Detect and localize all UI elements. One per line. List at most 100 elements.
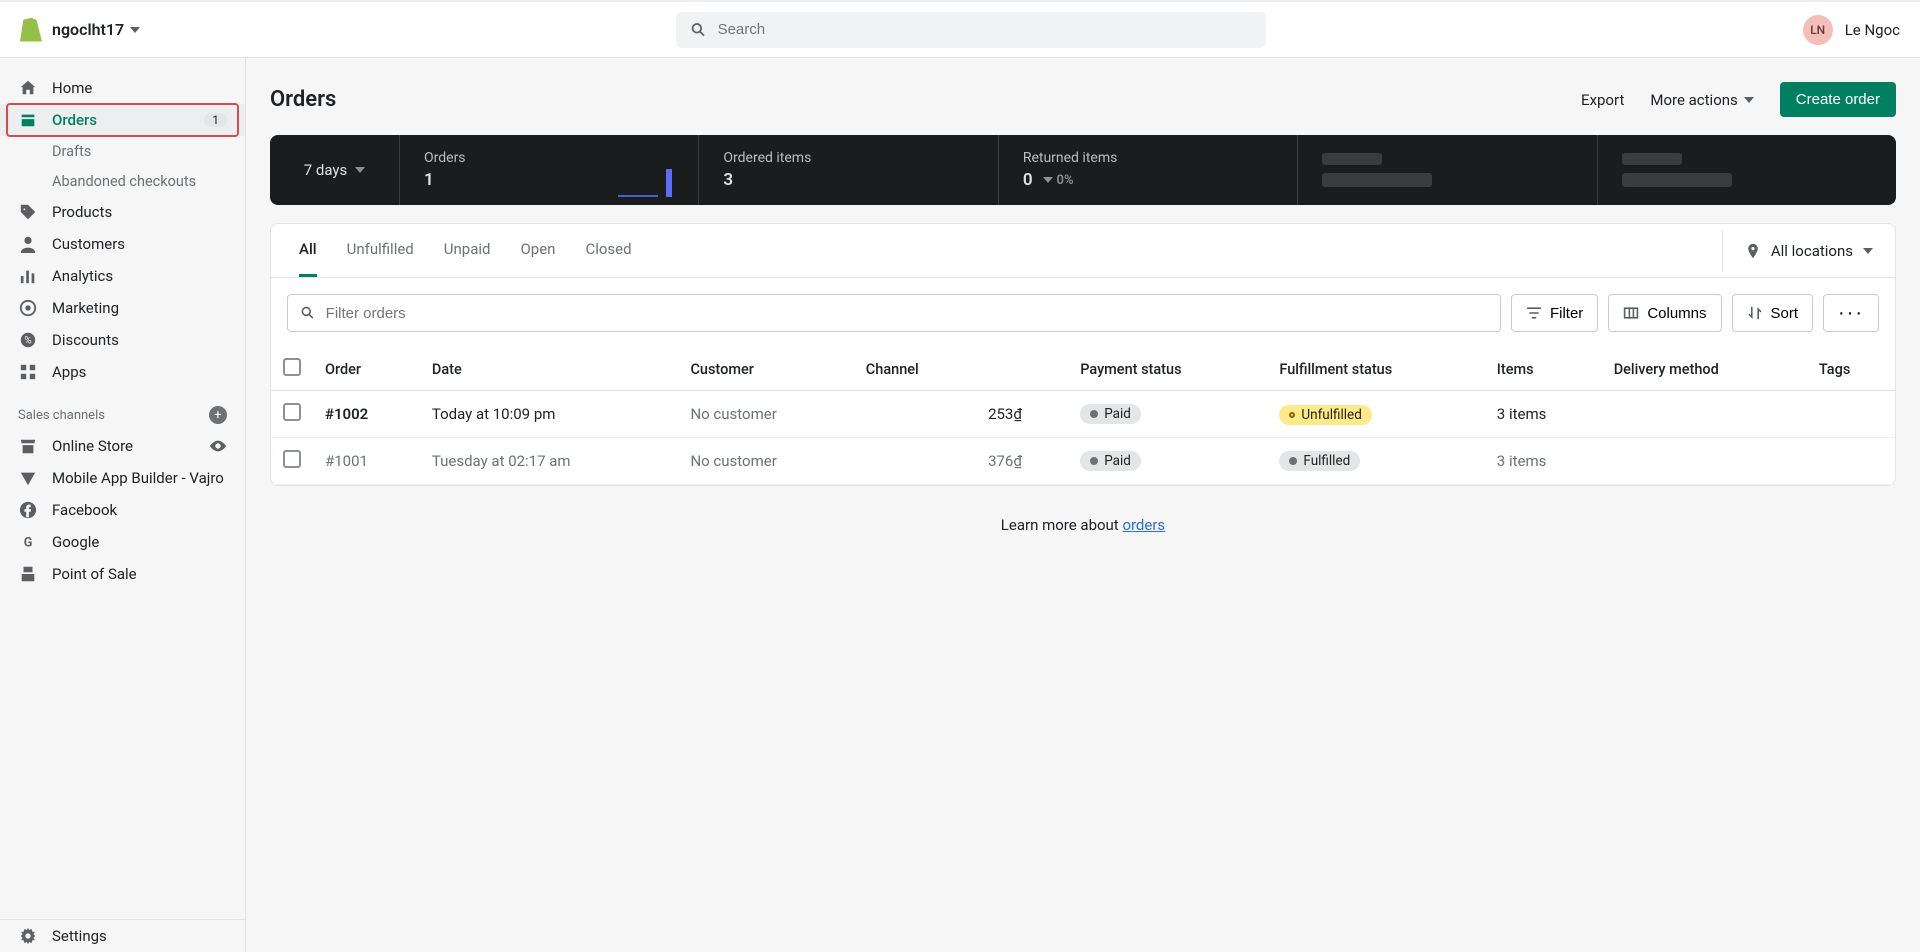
tab-closed[interactable]: Closed (585, 224, 631, 277)
user-name: Le Ngoc (1845, 21, 1900, 39)
sparkline-icon (618, 167, 678, 197)
nav-apps[interactable]: Apps (0, 356, 245, 388)
table-row[interactable]: #1001Tuesday at 02:17 amNo customer376₫P… (271, 438, 1895, 485)
pos-icon (18, 565, 38, 583)
home-icon (18, 79, 38, 97)
filter-button[interactable]: Filter (1511, 294, 1598, 332)
sidebar: Home Orders 1 Drafts Abandoned checkouts… (0, 58, 246, 952)
tab-unfulfilled[interactable]: Unfulfilled (347, 224, 414, 277)
analytics-icon (18, 267, 38, 285)
gear-icon (18, 927, 38, 945)
row-checkbox[interactable] (283, 403, 301, 421)
channels-label: Sales channels + (0, 388, 245, 430)
nav-home[interactable]: Home (0, 72, 245, 104)
col-date[interactable]: Date (420, 348, 679, 391)
nav-analytics[interactable]: Analytics (0, 260, 245, 292)
filter-icon (1526, 305, 1542, 321)
order-fulfillment: Unfulfilled (1267, 391, 1484, 438)
nav-pos[interactable]: Point of Sale (0, 558, 245, 590)
search-icon (690, 21, 707, 39)
shop-name: ngoclht17 (52, 20, 124, 39)
chevron-down-icon (1744, 97, 1754, 103)
tab-all[interactable]: All (299, 224, 317, 277)
col-channel[interactable]: Channel (854, 348, 976, 391)
stat-orders: Orders 1 (400, 135, 699, 205)
create-order-button[interactable]: Create order (1780, 82, 1896, 117)
nav-online-store[interactable]: Online Store (0, 430, 245, 462)
nav-products[interactable]: Products (0, 196, 245, 228)
dots-icon: ··· (1838, 308, 1864, 318)
export-button[interactable]: Export (1581, 91, 1624, 109)
facebook-icon (18, 501, 38, 519)
chevron-down-icon (1043, 177, 1053, 183)
topbar: ngoclht17 LN Le Ngoc (0, 0, 1920, 58)
nav-marketing[interactable]: Marketing (0, 292, 245, 324)
order-payment: Paid (1068, 391, 1267, 438)
col-items[interactable]: Items (1485, 348, 1602, 391)
more-actions-button[interactable]: More actions (1650, 91, 1753, 109)
orders-icon (18, 111, 38, 129)
col-fulfillment[interactable]: Fulfillment status (1267, 348, 1484, 391)
apps-icon (18, 363, 38, 381)
stat-items: Ordered items 3 (699, 135, 998, 205)
stats-bar: 7 days Orders 1 Ordered items 3 Returned… (270, 135, 1896, 205)
tab-open[interactable]: Open (520, 224, 555, 277)
date-range-selector[interactable]: 7 days (270, 135, 400, 205)
col-customer[interactable]: Customer (678, 348, 853, 391)
col-order[interactable]: Order (313, 348, 420, 391)
order-channel (854, 438, 976, 485)
eye-icon[interactable] (209, 437, 227, 455)
tab-unpaid[interactable]: Unpaid (444, 224, 491, 277)
shopify-logo-icon (20, 18, 42, 42)
col-total[interactable] (976, 348, 1068, 391)
order-tags (1807, 438, 1895, 485)
svg-text:%: % (24, 336, 31, 347)
nav-customers[interactable]: Customers (0, 228, 245, 260)
google-icon: G (18, 533, 38, 551)
order-fulfillment: Fulfilled (1267, 438, 1484, 485)
orders-help-link[interactable]: orders (1122, 516, 1165, 534)
sort-button[interactable]: Sort (1732, 294, 1814, 332)
nav-abandoned[interactable]: Abandoned checkouts (0, 166, 245, 196)
order-payment: Paid (1068, 438, 1267, 485)
order-id: #1001 (313, 438, 420, 485)
search-input[interactable] (676, 12, 1266, 48)
col-delivery[interactable]: Delivery method (1602, 348, 1807, 391)
nav-google[interactable]: G Google (0, 526, 245, 558)
marketing-icon (18, 299, 38, 317)
order-tags (1807, 391, 1895, 438)
main: Orders Export More actions Create order … (246, 58, 1920, 952)
filter-input[interactable] (287, 294, 1501, 332)
order-items: 3 items (1485, 391, 1602, 438)
table-row[interactable]: #1002Today at 10:09 pmNo customer253₫Pai… (271, 391, 1895, 438)
col-tags[interactable]: Tags (1807, 348, 1895, 391)
chevron-down-icon (355, 167, 365, 173)
select-all-checkbox[interactable] (283, 358, 301, 376)
columns-icon (1623, 305, 1639, 321)
row-checkbox[interactable] (283, 450, 301, 468)
nav-settings[interactable]: Settings (0, 920, 245, 952)
more-button[interactable]: ··· (1823, 294, 1879, 332)
columns-button[interactable]: Columns (1608, 294, 1721, 332)
location-icon (1745, 243, 1761, 259)
user-menu[interactable]: LN Le Ngoc (1803, 15, 1900, 45)
add-channel-button[interactable]: + (209, 406, 227, 424)
nav-orders[interactable]: Orders 1 (0, 104, 245, 136)
col-payment[interactable]: Payment status (1068, 348, 1267, 391)
order-items: 3 items (1485, 438, 1602, 485)
location-selector[interactable]: All locations (1722, 230, 1895, 272)
orders-table: Order Date Customer Channel Payment stat… (271, 348, 1895, 485)
nav-discounts[interactable]: % Discounts (0, 324, 245, 356)
chevron-down-icon (130, 27, 140, 33)
discount-icon: % (18, 331, 38, 349)
order-customer: No customer (678, 391, 853, 438)
vajro-icon (18, 469, 38, 487)
store-icon (18, 437, 38, 455)
nav-facebook[interactable]: Facebook (0, 494, 245, 526)
nav-drafts[interactable]: Drafts (0, 136, 245, 166)
order-id: #1002 (313, 391, 420, 438)
svg-text:G: G (24, 536, 33, 551)
shop-switcher[interactable]: ngoclht17 (20, 18, 140, 42)
learn-more: Learn more about orders (270, 486, 1896, 564)
nav-vajro[interactable]: Mobile App Builder - Vajro (0, 462, 245, 494)
